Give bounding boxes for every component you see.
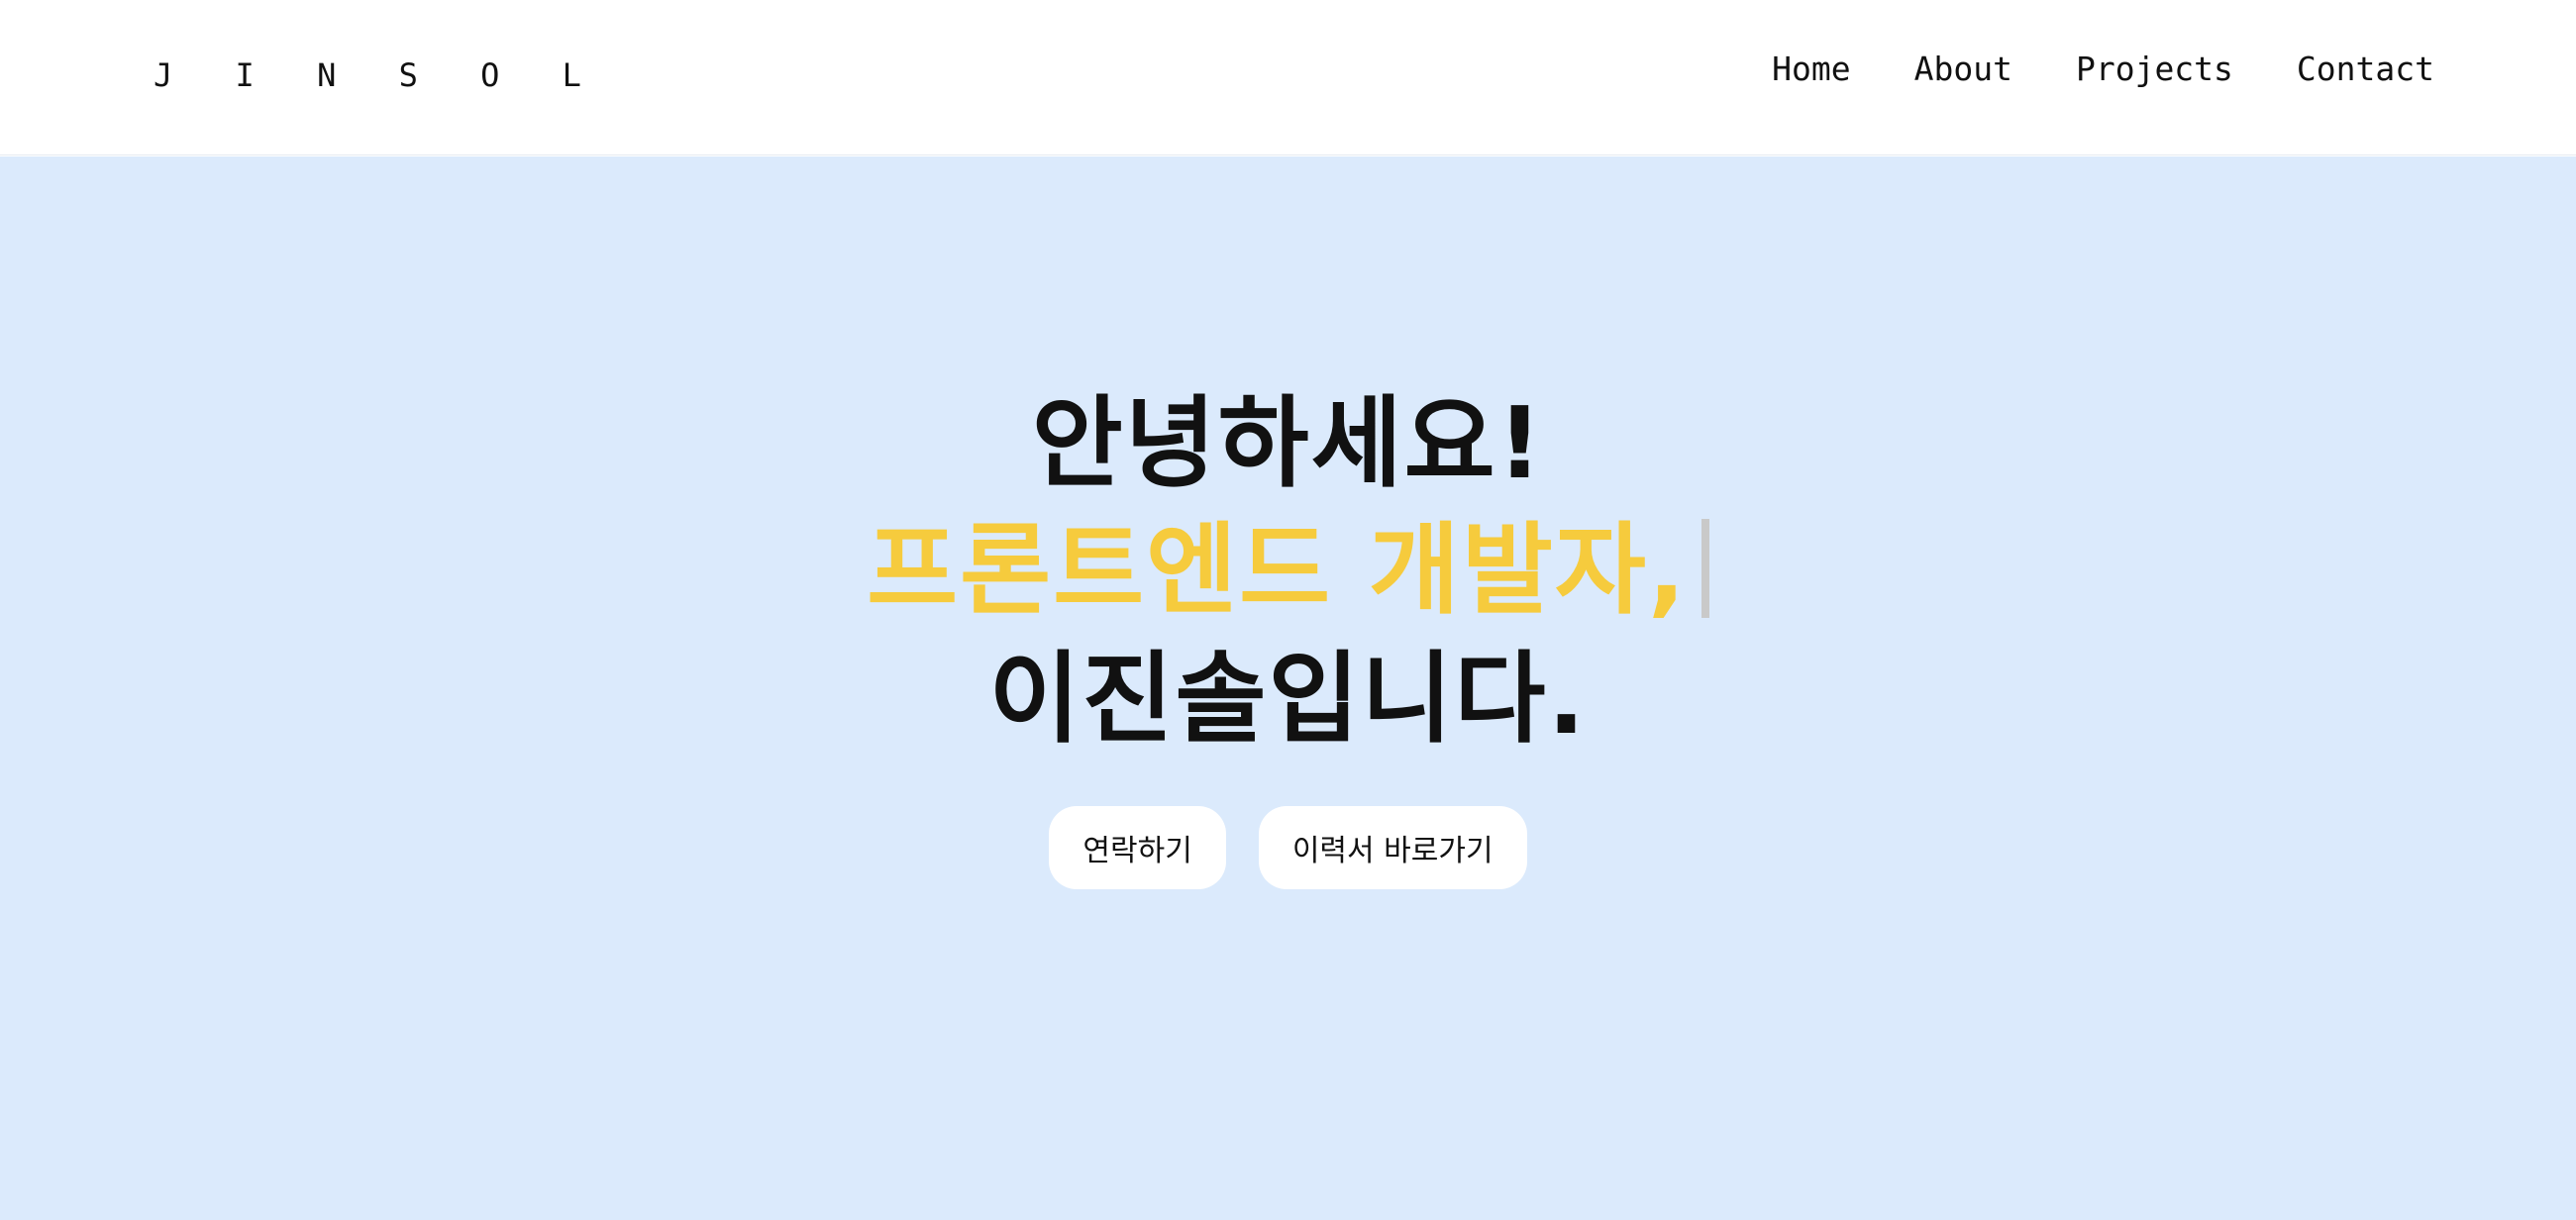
nav-link-home[interactable]: Home (1772, 48, 1850, 91)
site-logo[interactable]: J I N S O L (154, 55, 603, 95)
hero-greeting: 안녕하세요! (1031, 385, 1545, 501)
hero-buttons: 연락하기 이력서 바로가기 (0, 806, 2576, 889)
contact-button[interactable]: 연락하기 (1049, 806, 1226, 889)
typing-cursor (1700, 519, 1709, 618)
nav-link-projects[interactable]: Projects (2076, 48, 2233, 91)
site-header: J I N S O L Home About Projects Contact (0, 0, 2576, 155)
hero-role-line: 프론트엔드 개발자, (0, 511, 2576, 630)
nav-link-about[interactable]: About (1914, 48, 2012, 91)
hero-section: 안녕하세요! 프론트엔드 개발자, 이진솔입니다. 연락하기 이력서 바로가기 (0, 156, 2576, 1220)
nav-link-contact[interactable]: Contact (2297, 48, 2434, 91)
main-nav: Home About Projects Contact (1772, 48, 2434, 91)
hero-name-line: 이진솔입니다. (988, 641, 1588, 757)
resume-button[interactable]: 이력서 바로가기 (1258, 806, 1527, 889)
hero-role-text: 프론트엔드 개발자, (867, 512, 1688, 628)
